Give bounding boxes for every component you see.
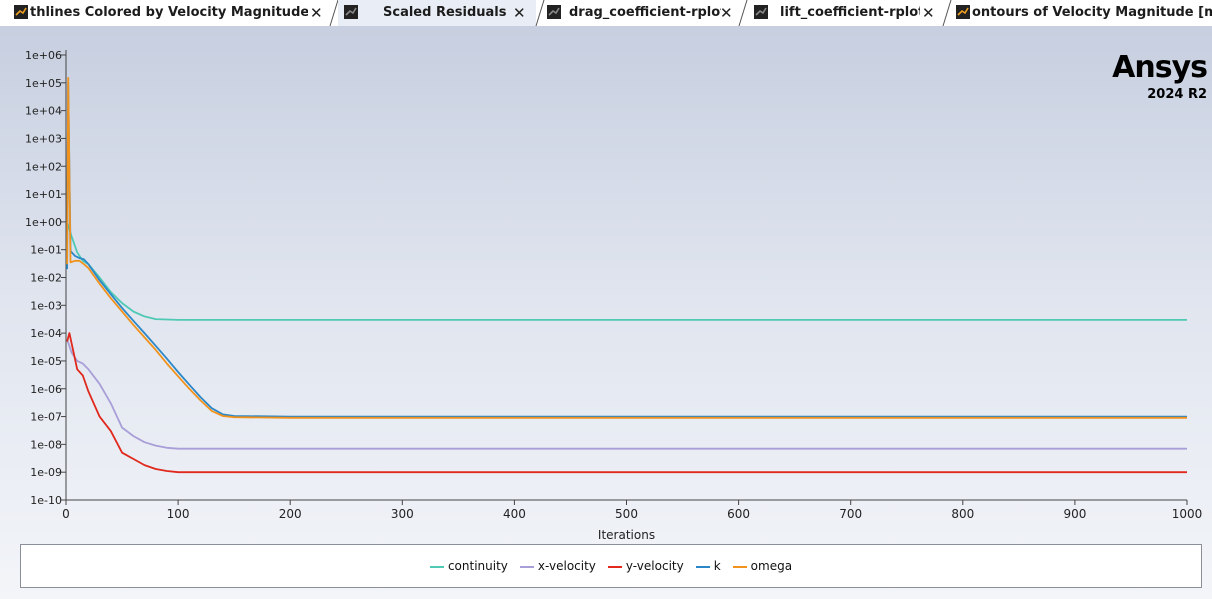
x-tick-label: 200 (279, 507, 302, 521)
legend-swatch (732, 565, 747, 568)
legend-label: continuity (447, 559, 508, 573)
series-line-omega (66, 77, 1187, 419)
legend-swatch (607, 565, 622, 568)
x-tick-label: 0 (62, 507, 70, 521)
ansys-logo: Ansys (1112, 50, 1208, 85)
y-tick-label: 1e-02 (30, 272, 62, 285)
legend-item-x-velocity: x-velocity (519, 559, 596, 573)
legend-label: k (713, 559, 721, 573)
x-tick-label: 300 (391, 507, 414, 521)
x-tick-label: 800 (951, 507, 974, 521)
series-line-continuity (66, 221, 1187, 321)
y-tick-label: 1e+02 (25, 160, 62, 173)
legend-label: omega (750, 559, 793, 573)
chart-legend: continuity x-velocity y-velocity k omega (20, 544, 1202, 588)
y-tick-label: 1e-08 (30, 438, 62, 451)
legend-swatch (429, 565, 444, 568)
x-tick-label: 100 (167, 507, 190, 521)
series-line-y-velocity (66, 332, 1187, 474)
legend-items: continuity x-velocity y-velocity k omega (21, 559, 1201, 573)
legend-label: y-velocity (625, 559, 684, 573)
legend-label: x-velocity (537, 559, 596, 573)
x-axis-label: Iterations (598, 528, 655, 542)
series-line-x-velocity (66, 339, 1187, 450)
y-tick-label: 1e+03 (25, 132, 62, 145)
x-tick-label: 700 (839, 507, 862, 521)
y-tick-label: 1e+01 (25, 188, 62, 201)
x-tick-label: 400 (503, 507, 526, 521)
x-tick-label: 900 (1063, 507, 1086, 521)
y-tick-label: 1e+06 (25, 49, 62, 62)
legend-item-y-velocity: y-velocity (607, 559, 684, 573)
y-tick-label: 1e+04 (25, 105, 62, 118)
x-tick-label: 1000 (1172, 507, 1203, 521)
y-tick-label: 1e-09 (30, 466, 62, 479)
y-tick-label: 1e-07 (30, 411, 62, 424)
residuals-chart: 1e-10 1e-09 1e-08 1e-07 1e-06 1e-05 1e-04 1e-03… (25, 49, 1203, 542)
y-tick-label: 1e-06 (30, 383, 62, 396)
legend-swatch (695, 565, 710, 568)
ansys-version: 2024 R2 (1147, 87, 1207, 102)
y-tick-label: 1e-04 (30, 327, 62, 340)
y-tick-label: 1e-03 (30, 299, 62, 312)
y-tick-label: 1e-05 (30, 355, 62, 368)
legend-swatch (519, 565, 534, 568)
y-tick-label: 1e-10 (30, 494, 62, 507)
series-line-k (66, 81, 1187, 418)
y-tick-label: 1e+05 (25, 77, 62, 90)
y-tick-label: 1e+00 (25, 216, 62, 229)
legend-item-k: k (695, 559, 721, 573)
x-tick-label: 600 (727, 507, 750, 521)
legend-item-omega: omega (732, 559, 793, 573)
legend-item-continuity: continuity (429, 559, 508, 573)
x-tick-label: 500 (615, 507, 638, 521)
y-tick-label: 1e-01 (30, 244, 62, 257)
